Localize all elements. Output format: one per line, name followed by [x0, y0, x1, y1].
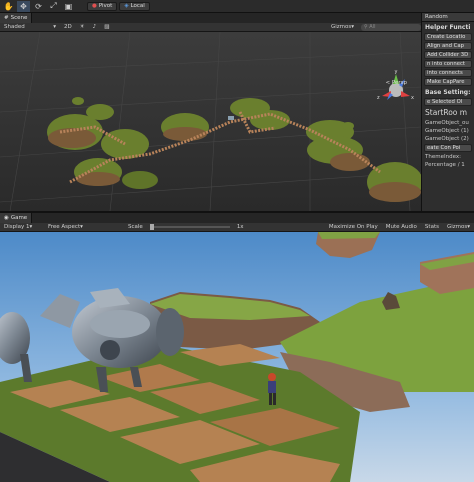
tab-scene[interactable]: # Scene [0, 13, 33, 23]
svg-text:x: x [411, 95, 414, 101]
connects-button[interactable]: into connects [424, 69, 472, 77]
game-gizmos-dropdown[interactable]: Gizmos ▾ [443, 223, 474, 232]
scale-slider[interactable] [149, 224, 230, 230]
aspect-dropdown[interactable]: Free Aspect ▾ [44, 223, 124, 232]
display-dropdown[interactable]: Display 1 ▾ [0, 223, 44, 232]
pivot-icon: ● [92, 3, 97, 9]
gizmos-dropdown[interactable]: Gizmos ▾ [327, 23, 358, 32]
create-location-button[interactable]: Create Locatio [424, 33, 472, 41]
hand-icon[interactable]: ✋ [2, 1, 15, 12]
stats-toggle[interactable]: Stats [421, 223, 443, 232]
make-capparent-button[interactable]: Make CapPare [424, 78, 472, 86]
add-collider-button[interactable]: Add Collider 3D [424, 51, 472, 59]
lighting-icon[interactable]: ☀ [76, 23, 89, 32]
scene-icon: # [4, 15, 9, 21]
local-icon: ◈ [124, 3, 129, 9]
svg-text:z: z [377, 95, 380, 101]
maximize-toggle[interactable]: Maximize On Play [325, 223, 382, 232]
object-field-2[interactable]: GameObject (2) [422, 135, 474, 143]
effects-icon[interactable]: ▨ [100, 23, 113, 32]
svg-text:y: y [395, 69, 398, 75]
scene-viewport[interactable]: y x z < Persp [0, 32, 421, 211]
theme-index-label: ThemeIndex: [425, 154, 461, 160]
scene-options-bar: Shaded ▾ 2D ☀ ♪ ▨ Gizmos ▾ ⚲ All [0, 23, 421, 32]
start-room-label: StartRoo m [425, 108, 468, 117]
side-panel: Random Helper Functi Create Locatio Alig… [421, 13, 474, 211]
persp-label[interactable]: < Persp [386, 80, 407, 86]
align-cap-button[interactable]: Align and Cap [424, 42, 472, 50]
player-character [268, 373, 276, 405]
game-render [0, 232, 474, 482]
connect-button[interactable]: n into connect [424, 60, 472, 68]
scale-value: 1x [236, 224, 244, 230]
game-options-bar: Display 1 ▾ Free Aspect ▾ Scale 1x Maxim… [0, 223, 474, 232]
scale-icon[interactable]: ⤢ [47, 1, 60, 12]
scene-tabbar: # Scene [0, 13, 421, 23]
scene-render: y x z [0, 32, 421, 211]
object-field-1[interactable]: GameObject (1) [422, 127, 474, 135]
scene-search-input[interactable]: ⚲ All [361, 23, 421, 31]
helper-title: Helper Functi [425, 24, 471, 31]
game-viewport[interactable] [0, 232, 474, 482]
percentage-label: Percentage / 1 [425, 162, 465, 168]
pivot-toggle[interactable]: ● Pivot [87, 1, 118, 11]
search-icon: ⚲ [364, 24, 368, 30]
base-settings-title: Base Setting: [425, 89, 471, 96]
game-icon: ◉ [4, 215, 9, 221]
shading-dropdown[interactable]: Shaded ▾ [0, 23, 60, 32]
tab-game[interactable]: ◉ Game [0, 213, 33, 223]
create-con-point-button[interactable]: eate Con Poi [424, 144, 472, 152]
audio-icon[interactable]: ♪ [89, 23, 101, 32]
tab-random[interactable]: Random [422, 13, 474, 22]
rotate-icon[interactable]: ⟳ [32, 1, 45, 12]
main-toolbar: ✋ ✥ ⟳ ⤢ ▣ ● Pivot ◈ Local [0, 0, 474, 13]
ship-marker [228, 116, 234, 120]
game-tabbar: ◉ Game [0, 213, 474, 223]
space-toggle[interactable]: ◈ Local [119, 1, 150, 11]
chevron-down-icon: ▾ [53, 24, 56, 30]
move-icon[interactable]: ✥ [17, 0, 30, 12]
mute-toggle[interactable]: Mute Audio [382, 223, 421, 232]
2d-toggle[interactable]: 2D [60, 23, 76, 32]
scale-label: Scale [128, 224, 143, 230]
selected-object-button[interactable]: e Selected Ol [424, 98, 472, 106]
object-field-0[interactable]: GameObject_ou [422, 119, 474, 127]
rect-icon[interactable]: ▣ [62, 1, 75, 12]
